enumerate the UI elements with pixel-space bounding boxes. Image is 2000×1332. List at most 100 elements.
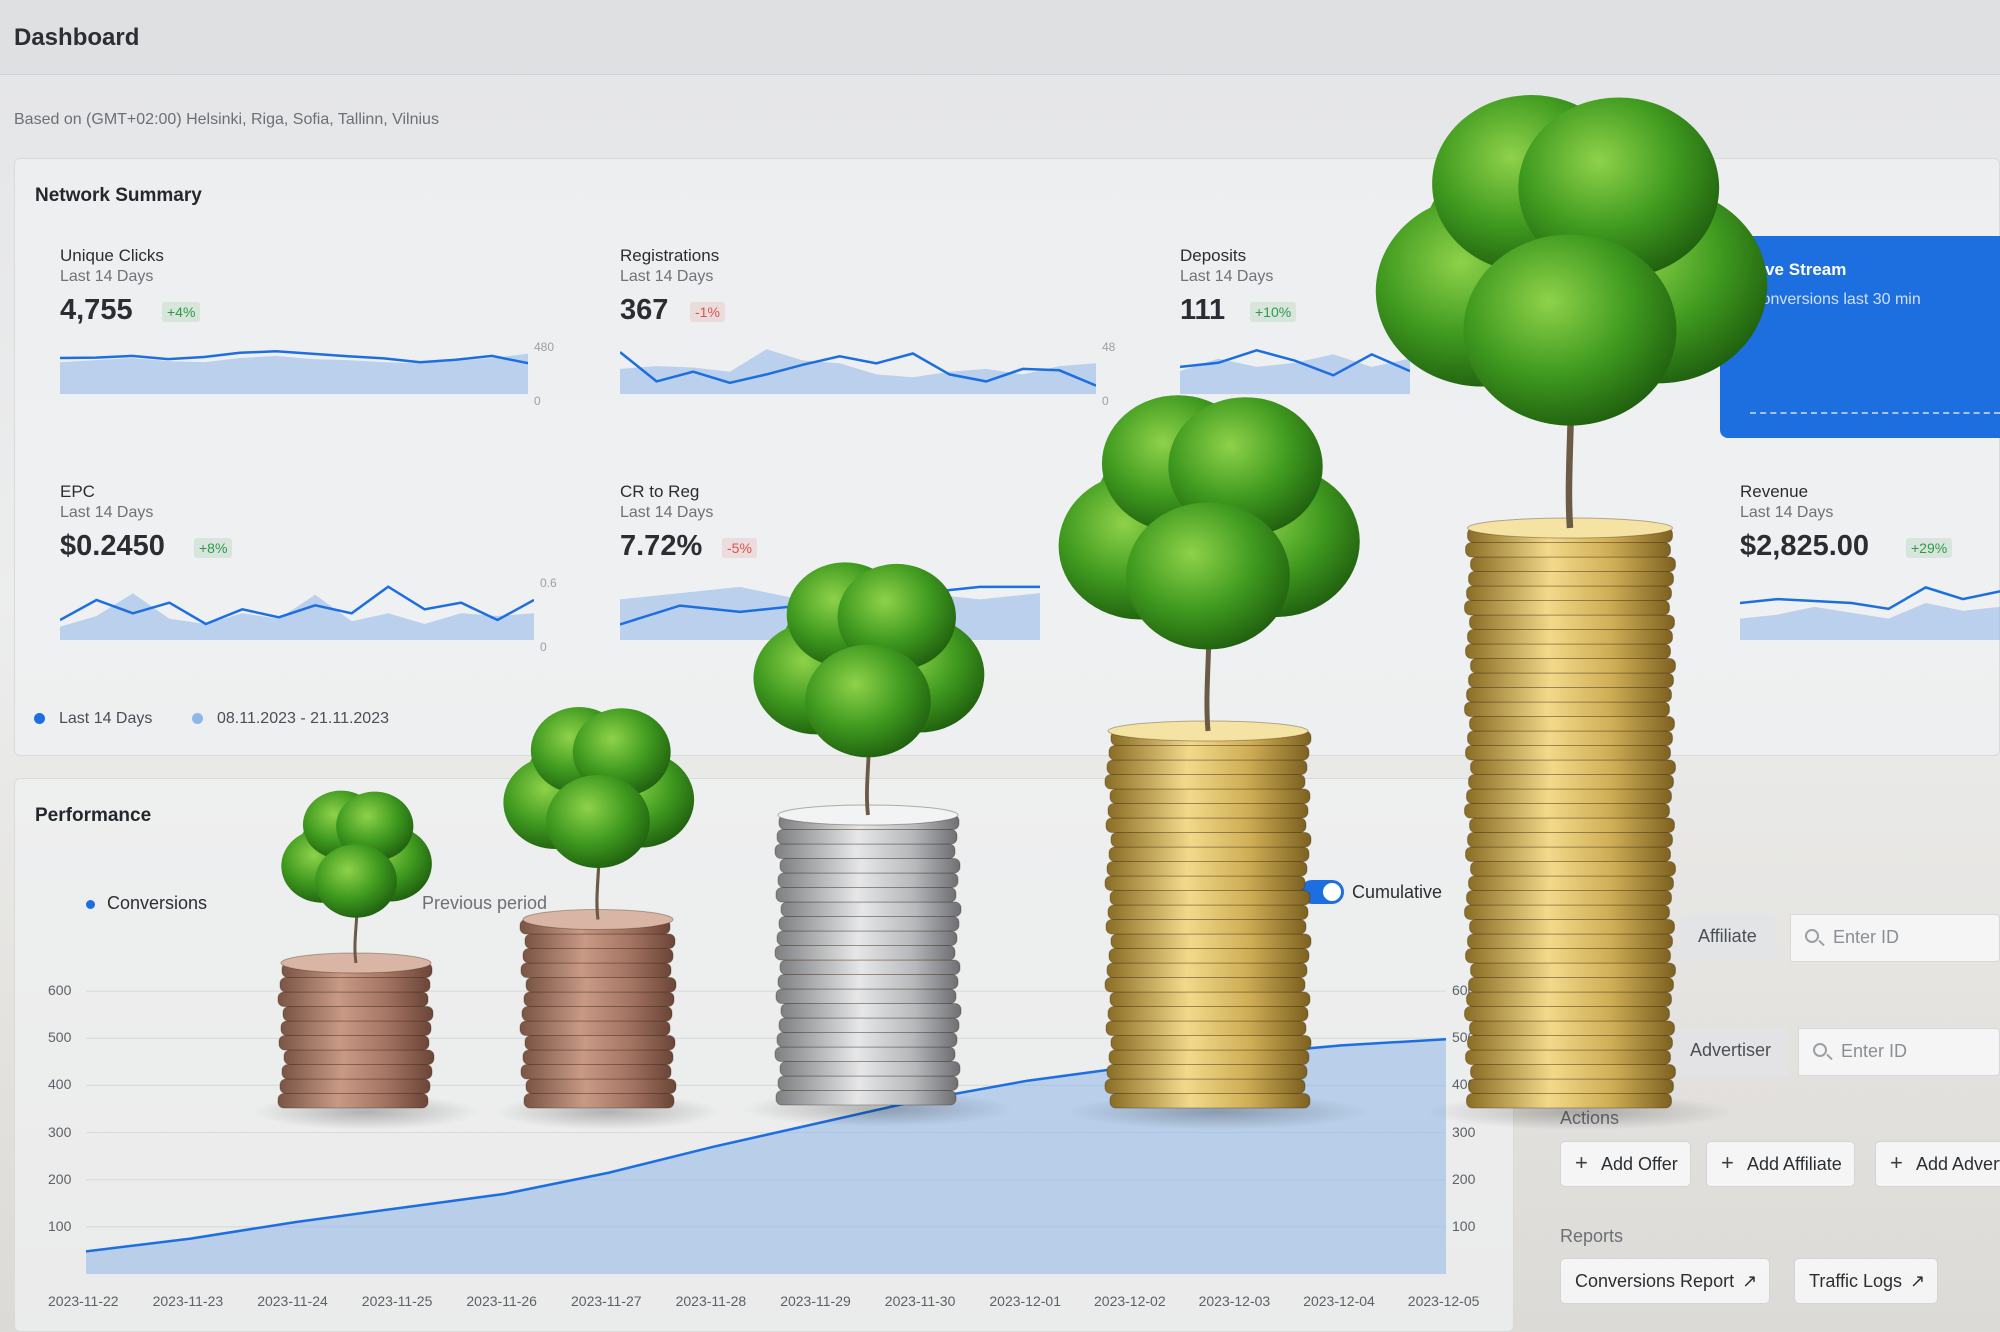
metric-value: 7.72% — [620, 530, 703, 562]
x-axis-tick: 2023-11-26 — [466, 1293, 537, 1309]
y-axis-tick: 600 — [48, 982, 72, 999]
previous-period-area — [1740, 603, 2000, 640]
metric-cr-to-reg[interactable]: CR to Reg Last 14 Days 7.72% -5% — [620, 482, 1140, 682]
legend-conversions-label: Conversions — [107, 893, 208, 913]
metric-registrations[interactable]: Registrations Last 14 Days 367 -1% 48 0 — [620, 246, 1140, 446]
summary-legend-previous: 08.11.2023 - 21.11.2023 — [192, 710, 389, 728]
metric-title: Deposits — [1180, 246, 1247, 265]
conversions-report-label: Conversions Report — [1575, 1271, 1735, 1291]
add-affiliate-button[interactable]: + Add Affiliate — [1706, 1141, 1855, 1187]
add-advertiser-label: Add Advertiser — [1916, 1154, 2000, 1174]
x-axis-tick: 2023-11-27 — [571, 1293, 642, 1309]
x-axis-tick: 2023-11-30 — [884, 1293, 956, 1309]
advertiser-label: Advertiser — [1672, 1028, 1790, 1076]
timezone-note: Based on (GMT+02:00) Helsinki, Riga, Sof… — [14, 111, 439, 128]
sparkline-axis-min: 0 — [540, 640, 547, 654]
y2-axis-tick: 100 — [1452, 1217, 1476, 1234]
y-axis-tick: 100 — [48, 1217, 72, 1234]
conversions-report-button[interactable]: Conversions Report ↗ — [1560, 1258, 1771, 1304]
metric-value: 111 — [1180, 294, 1226, 326]
sparkline-axis-max: 48 — [1102, 340, 1116, 354]
add-affiliate-label: Add Affiliate — [1747, 1154, 1842, 1174]
previous-period-area — [620, 586, 1040, 640]
metric-period: Last 14 Days — [1180, 268, 1274, 285]
metric-title: EPC — [60, 482, 95, 501]
x-axis-tick: 2023-12-04 — [1303, 1293, 1375, 1309]
legend-label-previous: 08.11.2023 - 21.11.2023 — [217, 710, 389, 727]
legend-conversions[interactable]: Conversions — [86, 893, 207, 914]
current-period-line — [1740, 586, 2000, 611]
metric-revenue[interactable]: RevenueLast 14 Days$2,825.00+29%800 — [1740, 482, 2000, 682]
metric-delta-badge: -1% — [690, 302, 725, 322]
metric-sparkline — [1180, 348, 1410, 394]
add-advertiser-button[interactable]: + Add Advertiser — [1875, 1141, 2000, 1187]
live-stream-subtitle: Conversions last 30 min — [1750, 291, 1921, 308]
cumulative-toggle[interactable] — [1300, 880, 1344, 904]
external-arrow-icon: ↗ — [1742, 1271, 1758, 1291]
x-axis-tick: 2023-11-23 — [152, 1293, 224, 1309]
reports-title: Reports — [1560, 1226, 1624, 1246]
y2-axis-tick: 300 — [1452, 1123, 1476, 1140]
metric-value: 4,755 — [60, 294, 133, 326]
metric-delta-badge: +29% — [1906, 538, 1953, 558]
y2-axis-tick: 400 — [1452, 1076, 1476, 1093]
y2-axis-tick: 200 — [1452, 1170, 1476, 1187]
metric-epc[interactable]: EPC Last 14 Days $0.2450 +8% 0.6 0 — [60, 482, 580, 682]
metric-period: Last 14 Days — [620, 504, 714, 521]
x-axis-tick: 2023-12-05 — [1407, 1293, 1480, 1309]
affiliate-label: Affiliate — [1680, 914, 1775, 962]
x-axis-tick: 2023-12-03 — [1198, 1293, 1271, 1309]
advertiser-id-input[interactable]: Enter ID — [1798, 1028, 2000, 1076]
plus-icon: + — [1721, 1150, 1734, 1175]
y-axis-tick: 300 — [48, 1123, 72, 1140]
add-offer-button[interactable]: + Add Offer — [1560, 1141, 1691, 1187]
legend-label-current: Last 14 Days — [59, 710, 153, 727]
actions-title: Actions — [1560, 1108, 1620, 1128]
top-bar: Dashboard — [0, 0, 2000, 75]
metric-period: Last 14 Days — [620, 268, 714, 285]
sparkline-axis-min: 0 — [1102, 394, 1109, 408]
metric-sparkline — [1740, 586, 2000, 640]
legend-dot-previous — [192, 713, 203, 725]
sparkline-axis-min: 0 — [534, 394, 541, 408]
search-icon — [1805, 929, 1819, 943]
x-axis-tick: 2023-11-25 — [361, 1293, 433, 1309]
x-axis-tick: 2023-11-24 — [257, 1293, 328, 1309]
search-icon — [1813, 1043, 1827, 1057]
legend-dot-conversions — [86, 899, 95, 909]
legend-previous-period[interactable]: Previous period — [422, 893, 547, 914]
metric-title: Registrations — [620, 246, 720, 265]
conversions-area — [86, 1039, 1446, 1274]
metric-deposits[interactable]: Deposits Last 14 Days 111 +10% — [1180, 246, 1700, 446]
metric-sparkline — [620, 349, 1096, 394]
affiliate-id-input[interactable]: Enter ID — [1790, 914, 2000, 962]
y-axis-tick: 400 — [48, 1076, 72, 1093]
x-axis-tick: 2023-12-01 — [989, 1293, 1062, 1309]
traffic-logs-button[interactable]: Traffic Logs ↗ — [1794, 1258, 1939, 1304]
x-axis-tick: 2023-11-29 — [780, 1293, 851, 1309]
metric-title: Unique Clicks — [60, 246, 164, 265]
x-axis-tick: 2023-12-02 — [1094, 1293, 1166, 1309]
x-axis-tick: 2023-11-28 — [675, 1293, 747, 1309]
affiliate-placeholder: Enter ID — [1833, 927, 1900, 947]
legend-previous-label: Previous period — [422, 893, 548, 913]
metric-delta-badge: -5% — [722, 538, 757, 558]
metric-unique-clicks[interactable]: Unique Clicks Last 14 Days 4,755 +4% 480 0 — [60, 246, 580, 446]
metric-value: $2,825.00 — [1740, 530, 1870, 562]
sparkline-axis-max: 0.6 — [540, 576, 557, 590]
metric-period: Last 14 Days — [1740, 504, 1834, 521]
metric-title: Revenue — [1740, 482, 1809, 501]
metric-title: CR to Reg — [620, 482, 700, 501]
add-offer-label: Add Offer — [1601, 1154, 1678, 1174]
y-axis-tick: 200 — [48, 1170, 72, 1187]
metric-value: $0.2450 — [60, 530, 165, 562]
y2-axis-tick: 600 — [1452, 982, 1476, 999]
network-summary-title: Network Summary — [35, 185, 202, 206]
live-stream-card[interactable]: Live Stream Conversions last 30 min — [1720, 236, 2000, 438]
page-title: Dashboard — [14, 24, 140, 51]
metric-value: 367 — [620, 294, 669, 326]
metric-sparkline — [620, 585, 1040, 640]
performance-title: Performance — [35, 805, 152, 826]
performance-chart — [86, 990, 1446, 1274]
plus-icon: + — [1890, 1150, 1903, 1175]
